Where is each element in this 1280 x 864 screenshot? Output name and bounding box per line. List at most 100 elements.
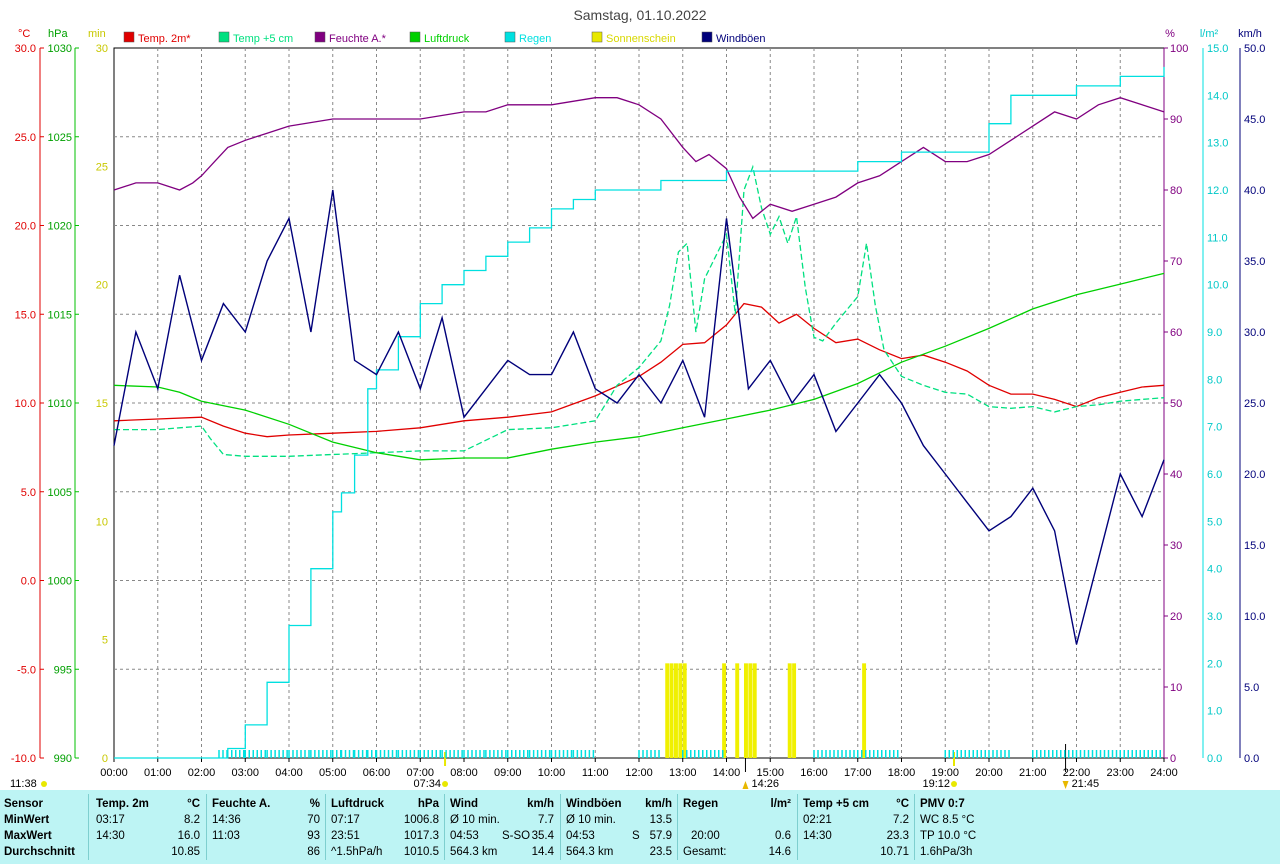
stats-temp5-col: Temp +5 cm °C 02:21 7.2 14:30 23.3 10.71 bbox=[799, 790, 913, 864]
stats-wind-max-time: 04:53 bbox=[450, 830, 479, 842]
stats-row-max: MaxWert bbox=[4, 830, 52, 842]
tick-temp: 25.0 bbox=[15, 132, 36, 144]
unit-temp: °C bbox=[18, 28, 30, 40]
stats-rain-total: 14.6 bbox=[768, 846, 791, 858]
legend-label: Luftdruck bbox=[424, 33, 470, 45]
stats-gust-avg: 23.5 bbox=[649, 846, 672, 858]
tick-time: 11:00 bbox=[582, 767, 609, 779]
stats-temp5-min: 7.2 bbox=[893, 814, 909, 826]
tick-time: 00:00 bbox=[100, 767, 128, 779]
sunshine-bar bbox=[748, 663, 753, 758]
sunset-label: 19:12 bbox=[922, 778, 950, 790]
sunshine-bar bbox=[669, 663, 674, 758]
tick-time: 01:00 bbox=[144, 767, 172, 779]
tick-temp: 0.0 bbox=[21, 576, 36, 588]
sunshine-bar bbox=[735, 663, 740, 758]
min-temp-arrow-icon bbox=[1062, 781, 1069, 789]
tick-rain: 3.0 bbox=[1207, 611, 1222, 623]
tick-time: 02:00 bbox=[188, 767, 216, 779]
legend-swatch bbox=[409, 31, 421, 43]
tick-sun: 0 bbox=[102, 753, 108, 765]
stats-row-avg: Durchschnitt bbox=[4, 846, 75, 858]
tick-pressure: 1020 bbox=[48, 221, 72, 233]
sunshine-bar bbox=[787, 663, 792, 758]
max-temp-arrow-icon bbox=[742, 781, 749, 789]
tick-sun: 20 bbox=[96, 280, 108, 292]
stats-hum-avg: 86 bbox=[307, 846, 320, 858]
weather-chart: Samstag, 01.10.2022 °C hPa min% l/m² km/h Temp… bbox=[0, 0, 1280, 790]
tick-sun: 25 bbox=[96, 161, 108, 173]
tick-wind: 50.0 bbox=[1244, 43, 1265, 55]
stats-sensor-header: Sensor bbox=[4, 798, 43, 810]
stats-pmv-header: PMV 0:7 bbox=[920, 798, 965, 810]
tick-time: 06:00 bbox=[363, 767, 391, 779]
tick-time: 10:00 bbox=[538, 767, 566, 779]
stats-hum-min-time: 14:36 bbox=[212, 814, 241, 826]
tick-rain: 9.0 bbox=[1207, 327, 1222, 339]
tick-temp: 20.0 bbox=[15, 221, 36, 233]
sunshine-bar bbox=[792, 663, 797, 758]
stats-temp-col: Temp. 2m °C 03:17 8.2 14:30 16.0 10.85 bbox=[92, 790, 204, 864]
sunshine-bar bbox=[678, 663, 683, 758]
tick-rain: 12.0 bbox=[1207, 185, 1228, 197]
tick-time: 04:00 bbox=[275, 767, 303, 779]
stats-pmv-dewpoint: TP 10.0 °C bbox=[920, 830, 977, 842]
tick-time: 03:00 bbox=[231, 767, 259, 779]
unit-humidity: % bbox=[1165, 28, 1175, 40]
stats-panel: Sensor MinWert MaxWert Durchschnitt Temp… bbox=[0, 790, 1280, 864]
stats-gust-avg-label: Ø 10 min. bbox=[566, 814, 616, 826]
tick-humidity: 80 bbox=[1170, 185, 1182, 197]
tick-time: 12:00 bbox=[625, 767, 653, 779]
tick-wind: 45.0 bbox=[1244, 114, 1265, 126]
tick-humidity: 20 bbox=[1170, 611, 1182, 623]
tick-wind: 0.0 bbox=[1244, 753, 1259, 765]
stats-press-trend: ^1.5hPa/h bbox=[331, 846, 383, 858]
tick-pressure: 1025 bbox=[48, 132, 72, 144]
tick-humidity: 100 bbox=[1170, 43, 1188, 55]
stats-sensor-col: Sensor MinWert MaxWert Durchschnitt bbox=[0, 790, 88, 864]
stats-press-min-time: 07:17 bbox=[331, 814, 360, 826]
stats-press-header: Luftdruck bbox=[331, 798, 385, 810]
legend-swatch bbox=[504, 31, 516, 43]
stats-wind-dist: 564.3 km bbox=[450, 846, 498, 858]
legend-label: Temp +5 cm bbox=[233, 33, 293, 45]
stats-temp-min-time: 03:17 bbox=[96, 814, 125, 826]
tick-humidity: 70 bbox=[1170, 256, 1182, 268]
stats-press-unit: hPa bbox=[417, 798, 439, 810]
stats-temp5-header: Temp +5 cm bbox=[803, 798, 869, 810]
sunset-icon bbox=[951, 781, 957, 787]
stats-temp5-max: 23.3 bbox=[886, 830, 909, 842]
stats-wind-max: 35.4 bbox=[531, 830, 554, 842]
tick-rain: 5.0 bbox=[1207, 516, 1222, 528]
tick-time: 23:00 bbox=[1106, 767, 1134, 779]
stats-hum-col: Feuchte A.% 14:36 70 11:03 93 86 bbox=[208, 790, 324, 864]
stats-gust-dist: 564.3 km bbox=[566, 846, 614, 858]
tick-time: 05:00 bbox=[319, 767, 347, 779]
stats-temp-unit: °C bbox=[187, 798, 200, 810]
tick-humidity: 30 bbox=[1170, 540, 1182, 552]
tick-humidity: 90 bbox=[1170, 114, 1182, 126]
tick-humidity: 0 bbox=[1170, 753, 1176, 765]
tick-pressure: 990 bbox=[54, 753, 72, 765]
stats-gust-dir: S bbox=[632, 830, 640, 842]
stats-temp5-unit: °C bbox=[896, 798, 909, 810]
stats-pmv-windchill: WC 8.5 °C bbox=[920, 814, 975, 826]
tick-rain: 4.0 bbox=[1207, 564, 1222, 576]
tick-time: 09:00 bbox=[494, 767, 522, 779]
tick-wind: 15.0 bbox=[1244, 540, 1265, 552]
tick-sun: 10 bbox=[96, 516, 108, 528]
stats-hum-max: 93 bbox=[307, 830, 320, 842]
daylength-sun-icon bbox=[41, 781, 47, 787]
sunshine-bar bbox=[682, 663, 687, 758]
tick-wind: 5.0 bbox=[1244, 682, 1259, 694]
stats-row-min: MinWert bbox=[4, 814, 50, 826]
stats-temp-max-time: 14:30 bbox=[96, 830, 125, 842]
stats-temp-avg: 10.85 bbox=[171, 846, 200, 858]
tick-sun: 30 bbox=[96, 43, 108, 55]
daylength-label: 11:38 bbox=[10, 778, 37, 790]
tick-rain: 13.0 bbox=[1207, 138, 1228, 150]
stats-gust-unit: km/h bbox=[645, 798, 672, 810]
tick-humidity: 40 bbox=[1170, 469, 1182, 481]
stats-hum-min: 70 bbox=[307, 814, 320, 826]
stats-pmv-col: PMV 0:7 WC 8.5 °C TP 10.0 °C 1.6hPa/3h bbox=[916, 790, 1036, 864]
